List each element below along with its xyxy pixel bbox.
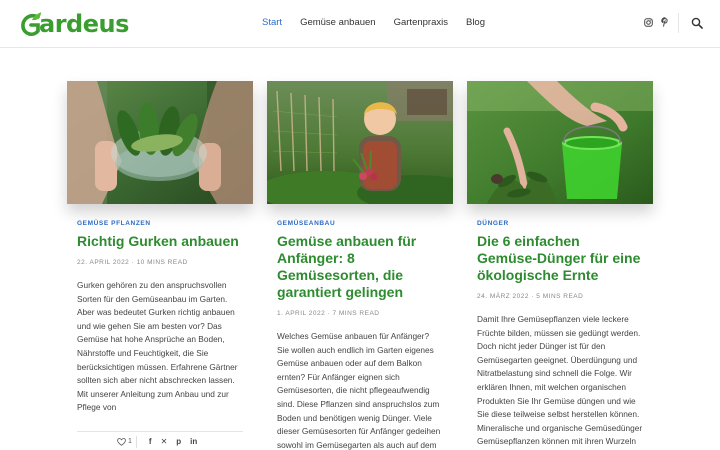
nav-blog[interactable]: Blog (466, 17, 485, 28)
article-meta: 1. APRIL 2022 · 7 MINS READ (277, 310, 380, 317)
article-card: GEMÜSE PFLANZEN Richtig Gurken anbauen 2… (67, 81, 253, 450)
article-category[interactable]: DÜNGER (477, 220, 643, 227)
article-excerpt: Damit Ihre Gemüsepflanzen viele leckere … (477, 314, 643, 447)
pinterest-share-icon[interactable]: p (176, 437, 181, 446)
article-excerpt: Gurken gehören zu den anspruchsvollen So… (77, 280, 238, 413)
like-count: 1 (128, 438, 132, 446)
nav-gemuese-anbauen[interactable]: Gemüse anbauen (300, 17, 376, 28)
article-card: DÜNGER Die 6 einfachen Gemüse-Dünger für… (467, 81, 653, 449)
child-radish-image (267, 81, 453, 204)
share-divider (135, 435, 137, 448)
pinterest-icon[interactable] (661, 17, 669, 27)
article-card: GEMÜSEANBAU Gemüse anbauen für Anfänger:… (267, 81, 453, 450)
linkedin-icon[interactable]: in (190, 437, 197, 446)
article-meta: 22. APRIL 2022 · 10 MINS READ (77, 259, 188, 266)
search-icon[interactable] (691, 17, 703, 29)
x-twitter-icon[interactable]: ✕ (161, 437, 168, 446)
article-image-cucumbers[interactable] (67, 81, 253, 204)
header-divider (678, 13, 679, 33)
article-category[interactable]: GEMÜSE PFLANZEN (77, 220, 243, 227)
social-links (644, 17, 669, 27)
article-image-child-garden[interactable] (267, 81, 453, 204)
article-excerpt: Welches Gemüse anbauen für Anfänger? Sie… (277, 331, 441, 450)
article-title[interactable]: Gemüse anbauen für Anfänger: 8 Gemüsesor… (277, 233, 443, 301)
cucumber-bowl-image (67, 81, 253, 204)
facebook-icon[interactable]: f (149, 437, 152, 446)
instagram-icon[interactable] (644, 17, 653, 27)
nav-gartenpraxis[interactable]: Gartenpraxis (394, 17, 448, 28)
heart-icon[interactable] (117, 438, 126, 446)
site-logo[interactable]: ardeus (20, 9, 133, 39)
article-meta: 24. MÄRZ 2022 · 5 MINS READ (477, 293, 584, 300)
share-bar: 1 f ✕ p in (77, 430, 243, 450)
watering-bucket-image (467, 81, 653, 204)
site-header: ardeus Start Gemüse anbauen Gartenpraxis… (0, 0, 720, 48)
article-title[interactable]: Richtig Gurken anbauen (77, 233, 243, 250)
article-image-fertilizer[interactable] (467, 81, 653, 204)
article-category[interactable]: GEMÜSEANBAU (277, 220, 443, 227)
main-nav: Start Gemüse anbauen Gartenpraxis Blog (262, 17, 503, 28)
nav-start[interactable]: Start (262, 17, 282, 28)
logo-text: ardeus (39, 10, 129, 38)
article-title[interactable]: Die 6 einfachen Gemüse-Dünger für eine ö… (477, 233, 643, 284)
